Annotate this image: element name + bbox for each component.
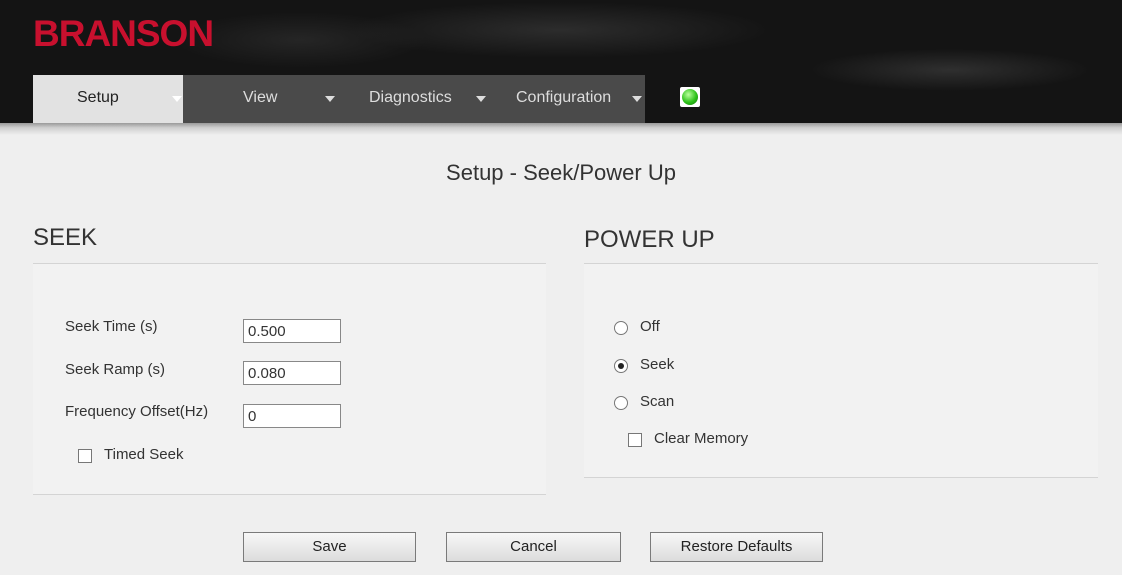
chevron-down-icon xyxy=(476,96,486,102)
power-up-option-label: Scan xyxy=(640,393,675,410)
save-button[interactable]: Save xyxy=(243,532,416,562)
tab-configuration-label: Configuration xyxy=(516,89,612,106)
frequency-offset-input[interactable] xyxy=(243,404,341,428)
power-up-option-off[interactable]: Off xyxy=(614,318,694,338)
header-shadow xyxy=(0,123,1122,135)
clear-memory-checkbox[interactable]: Clear Memory xyxy=(628,430,768,450)
timed-seek-checkbox[interactable]: Timed Seek xyxy=(78,446,198,466)
frequency-offset-label: Frequency Offset(Hz) xyxy=(65,403,209,420)
tab-diagnostics-label: Diagnostics xyxy=(369,89,452,106)
checkbox-box[interactable] xyxy=(628,433,642,447)
power-up-section-title: POWER UP xyxy=(584,226,715,253)
power-up-option-label: Off xyxy=(640,318,660,335)
chevron-down-icon xyxy=(325,96,335,102)
cancel-button[interactable]: Cancel xyxy=(446,532,621,562)
restore-defaults-button[interactable]: Restore Defaults xyxy=(650,532,823,562)
tab-view[interactable]: View xyxy=(223,75,343,123)
tab-view-label: View xyxy=(243,89,278,106)
app-header: BRANSON Setup View Diagnostics Configura… xyxy=(0,0,1122,123)
tab-configuration[interactable]: Configuration xyxy=(511,75,645,123)
radio-button[interactable] xyxy=(614,321,628,335)
seek-section-title: SEEK xyxy=(33,224,98,251)
status-indicator-icon xyxy=(680,87,700,107)
seek-time-input[interactable] xyxy=(243,319,341,343)
power-up-option-scan[interactable]: Scan xyxy=(614,393,694,413)
page-title: Setup - Seek/Power Up xyxy=(446,160,676,185)
checkbox-box[interactable] xyxy=(78,449,92,463)
timed-seek-label: Timed Seek xyxy=(104,446,184,463)
chevron-down-icon xyxy=(172,96,182,102)
radio-button[interactable] xyxy=(614,359,628,373)
main-nav: Setup View Diagnostics Configuration xyxy=(33,75,645,123)
power-up-option-label: Seek xyxy=(640,356,675,373)
tab-setup[interactable]: Setup xyxy=(33,75,183,123)
power-up-option-seek[interactable]: Seek xyxy=(614,356,694,376)
chevron-down-icon xyxy=(632,96,642,102)
seek-ramp-label: Seek Ramp (s) xyxy=(65,361,166,378)
branson-logo: BRANSON xyxy=(33,13,214,54)
seek-time-label: Seek Time (s) xyxy=(65,318,158,335)
seek-ramp-input[interactable] xyxy=(243,361,341,385)
clear-memory-label: Clear Memory xyxy=(654,430,749,447)
radio-button[interactable] xyxy=(614,396,628,410)
tab-setup-label: Setup xyxy=(77,89,119,106)
tab-diagnostics[interactable]: Diagnostics xyxy=(363,75,503,123)
